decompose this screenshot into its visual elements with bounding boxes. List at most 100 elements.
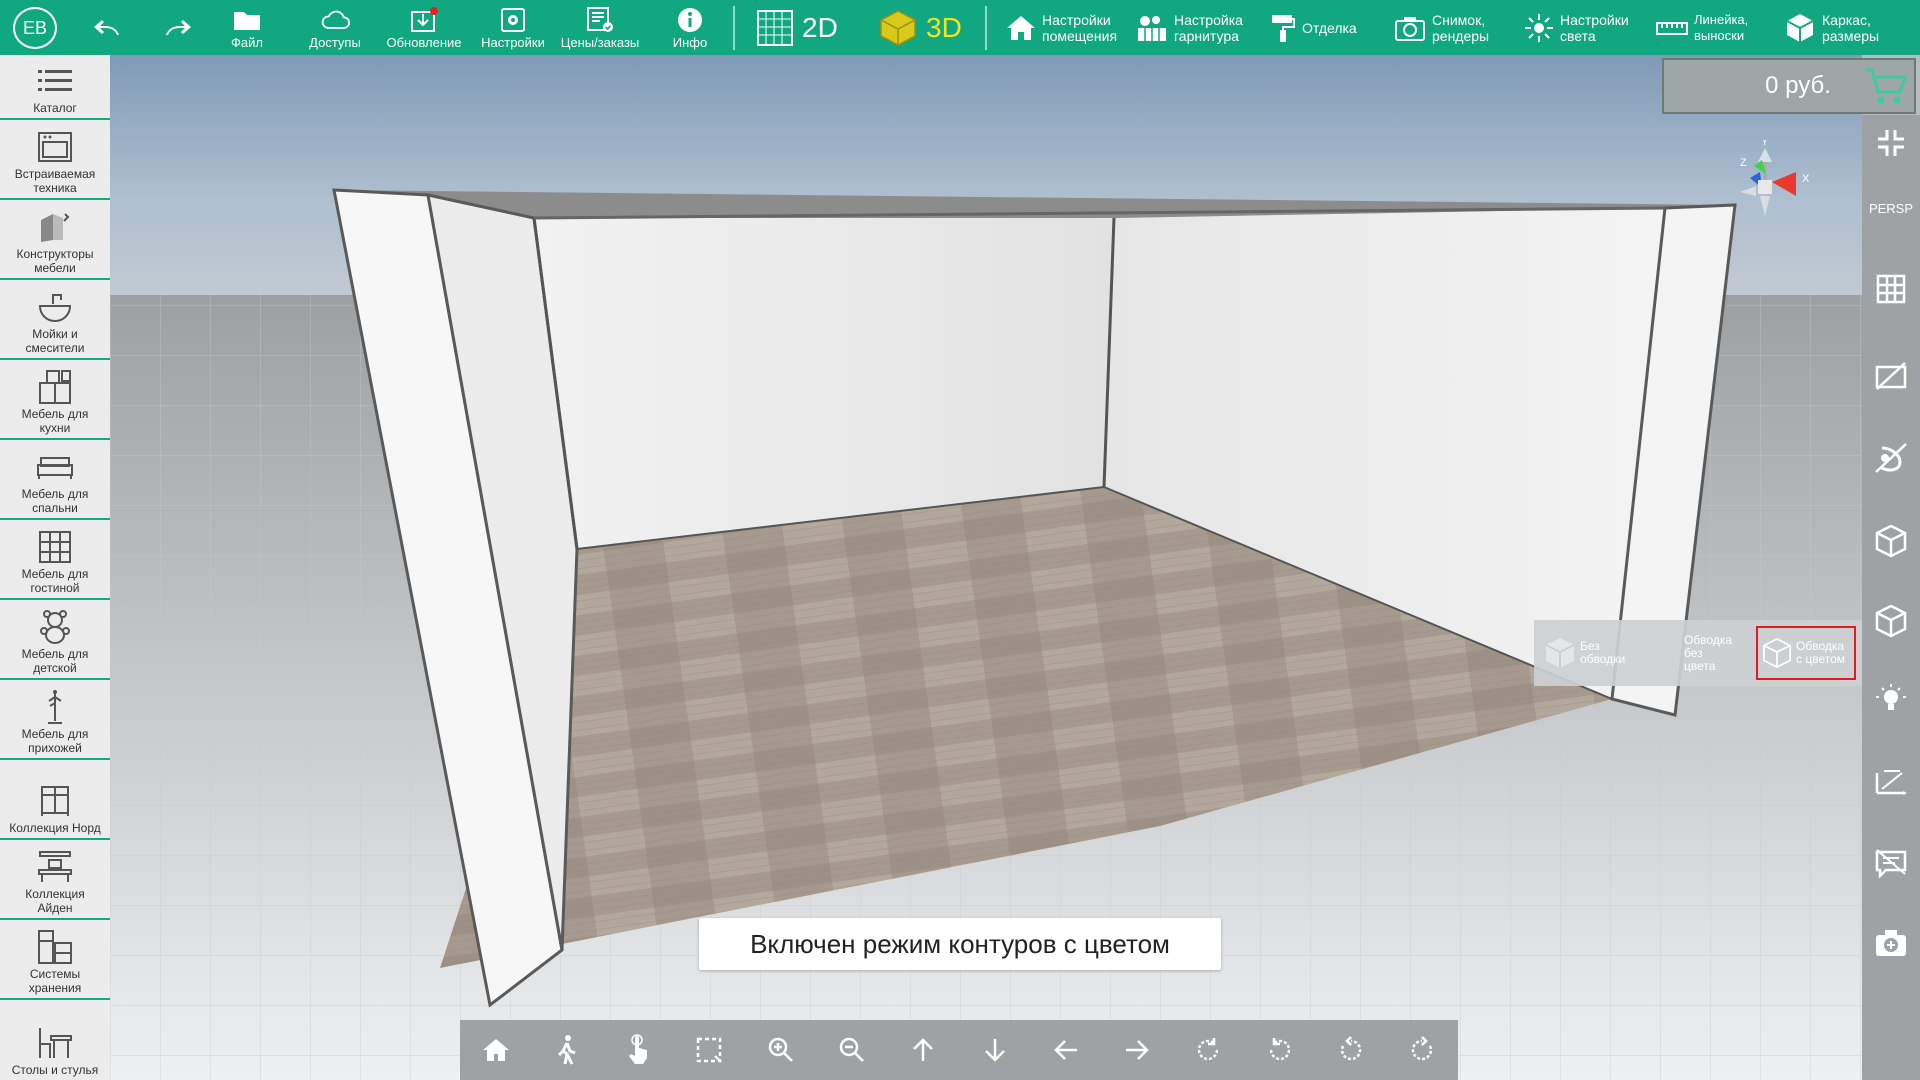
room-settings-label: Настройки помещения (1042, 11, 1118, 44)
sidebar-item-furniture-constructors[interactable]: Конструкторы мебели (0, 200, 110, 280)
home-icon (482, 1039, 509, 1061)
download-update-icon (409, 6, 439, 34)
update-label: Обновление (386, 34, 462, 50)
zoom-out-button[interactable] (816, 1020, 887, 1080)
mode-2d-button[interactable]: 2D (756, 0, 838, 55)
home-view-button[interactable] (460, 1020, 531, 1080)
annotations-toggle[interactable] (1862, 835, 1920, 891)
sidebar-item-kids-furniture[interactable]: Мебель для детской (0, 600, 110, 680)
ruler-button[interactable]: Линейка, выноски (1656, 0, 1748, 55)
sidebar-item-sinks[interactable]: Мойки и смесители (0, 280, 110, 360)
frame-dimensions-button[interactable]: Каркас, размеры (1784, 0, 1879, 55)
price-panel[interactable]: 0 руб. (1662, 58, 1916, 114)
screenshot-button[interactable] (1862, 915, 1920, 971)
grid-icon (1876, 274, 1906, 304)
mode-3d-button[interactable]: 3D (878, 0, 962, 55)
move-left-button[interactable] (1030, 1020, 1101, 1080)
collapse-button[interactable] (1862, 115, 1920, 171)
select-area-button[interactable] (674, 1020, 745, 1080)
user-avatar[interactable]: EB (13, 7, 57, 49)
hardware-settings-label: Настройка гарнитура (1174, 11, 1243, 44)
mode-3d-label: 3D (926, 11, 962, 43)
hide-walls-toggle[interactable] (1862, 348, 1920, 404)
sidebar-item-tables-chairs[interactable]: Столы и стулья (0, 1000, 110, 1080)
settings-button[interactable]: Настройки (475, 0, 551, 55)
sidebar-item-nord-collection[interactable]: Коллекция Норд (0, 760, 110, 840)
file-button[interactable]: Файл (222, 0, 272, 55)
tilt-left-button[interactable] (1315, 1020, 1386, 1080)
perspective-toggle[interactable]: PERSP (1862, 180, 1920, 236)
move-right-button[interactable] (1102, 1020, 1173, 1080)
box-frame-icon (1786, 13, 1814, 42)
wireframe-cube-icon (1875, 524, 1907, 558)
cube-icon (1545, 638, 1575, 668)
hide-textures-toggle[interactable] (1862, 430, 1920, 486)
light-icon (1525, 13, 1553, 42)
sidebar-item-label: Мойки и смесители (25, 327, 85, 355)
zoom-in-icon (768, 1037, 793, 1062)
dimension-icon (1875, 770, 1907, 795)
tilt-right-button[interactable] (1387, 1020, 1458, 1080)
shopping-cart-icon[interactable] (1864, 64, 1908, 108)
sidebar-item-label: Каталог (33, 101, 77, 115)
wireframe-toggle[interactable] (1862, 513, 1920, 569)
sidebar-item-living-room-furniture[interactable]: Мебель для гостиной (0, 520, 110, 600)
sidebar-item-catalog[interactable]: Каталог (0, 55, 110, 120)
settings-label: Настройки (481, 34, 545, 50)
zoom-out-icon (839, 1037, 864, 1062)
separator (733, 6, 735, 50)
lights-toggle[interactable] (1862, 672, 1920, 728)
storage-system-icon (35, 927, 75, 967)
access-button[interactable]: Доступы (300, 0, 370, 55)
grid-toggle[interactable] (1862, 261, 1920, 317)
redo-icon (162, 14, 192, 42)
move-up-button[interactable] (888, 1020, 959, 1080)
shelving-icon (35, 527, 75, 567)
snapshot-button[interactable]: Снимок, рендеры (1394, 0, 1489, 55)
callout-off-icon (1875, 849, 1907, 878)
separator (985, 6, 987, 50)
outline-cube-icon (1875, 604, 1907, 638)
hardware-settings-button[interactable]: Настройка гарнитура (1136, 0, 1243, 55)
update-button[interactable]: Обновление (380, 0, 468, 55)
sidebar-item-kitchen-furniture[interactable]: Мебель для кухни (0, 360, 110, 440)
light-settings-button[interactable]: Настройки света (1524, 0, 1629, 55)
option-no-outline[interactable]: Без обводки (1534, 620, 1644, 686)
move-down-button[interactable] (959, 1020, 1030, 1080)
redo-button[interactable] (157, 0, 197, 55)
sidebar-item-label: Коллекция Айден (25, 887, 85, 915)
outline-mode-button[interactable] (1862, 593, 1920, 649)
mode-2d-label: 2D (802, 11, 838, 43)
user-initials: EB (22, 17, 47, 38)
coat-rack-icon (35, 687, 75, 727)
undo-button[interactable] (88, 0, 128, 55)
pan-hand-button[interactable] (603, 1020, 674, 1080)
walk-mode-button[interactable] (531, 1020, 602, 1080)
outline-no-color-label: Обводка без цвета (1684, 632, 1733, 673)
option-outline-with-color[interactable]: Обводка с цветом (1756, 626, 1856, 680)
sidebar-item-storage-systems[interactable]: Системы хранения (0, 920, 110, 1000)
axis-gizmo[interactable]: Y X Z (1720, 140, 1820, 250)
cube-3d-icon (880, 9, 916, 46)
wardrobe-icon (35, 781, 75, 821)
zoom-in-button[interactable] (745, 1020, 816, 1080)
orbit-cw-button[interactable] (1173, 1020, 1244, 1080)
orbit-ccw-button[interactable] (1244, 1020, 1315, 1080)
sidebar-item-built-in-appliances[interactable]: Встраиваемая техника (0, 120, 110, 200)
option-outline-no-color[interactable]: Обводка без цвета (1644, 620, 1756, 686)
dimensions-toggle[interactable] (1862, 753, 1920, 809)
camera-nav-bar (460, 1020, 1458, 1080)
info-button[interactable]: Инфо (665, 0, 715, 55)
selection-box-icon (697, 1037, 723, 1063)
sidebar-item-hallway-furniture[interactable]: Мебель для прихожей (0, 680, 110, 760)
sidebar-item-bedroom-furniture[interactable]: Мебель для спальни (0, 440, 110, 520)
teddy-bear-icon (35, 607, 75, 647)
prices-orders-button[interactable]: Цены/заказы (553, 0, 647, 55)
finishing-label: Отделка (1302, 19, 1357, 36)
light-bulb-icon (1876, 684, 1906, 710)
finishing-button[interactable]: Отделка (1270, 0, 1357, 55)
room-settings-button[interactable]: Настройки помещения (1006, 0, 1117, 55)
table-chair-icon (35, 1023, 75, 1063)
sidebar-item-aiden-collection[interactable]: Коллекция Айден (0, 840, 110, 920)
info-label: Инфо (672, 34, 708, 50)
